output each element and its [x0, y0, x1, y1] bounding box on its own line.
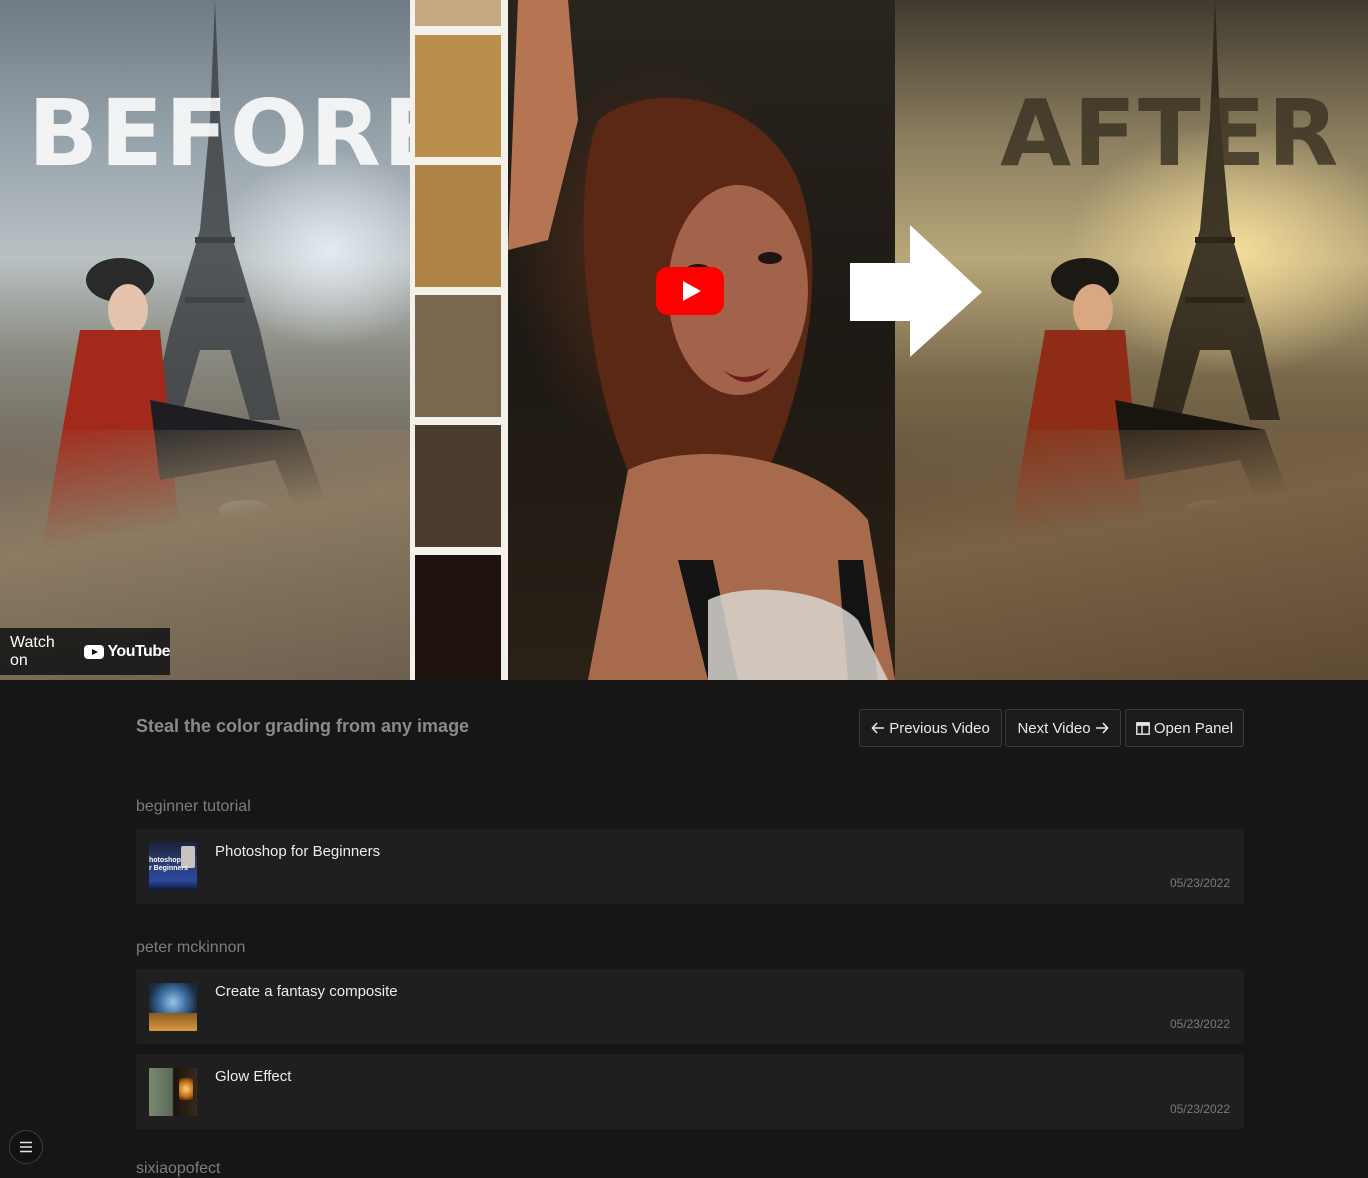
portrait-image	[508, 0, 895, 680]
open-panel-label: Open Panel	[1153, 719, 1234, 737]
watch-on-youtube-button[interactable]: Watch on YouTube	[0, 628, 170, 675]
before-label: BEFORE	[28, 80, 448, 187]
arrow-right-icon	[850, 225, 982, 357]
watch-on-label: Watch on	[10, 633, 55, 669]
menu-button[interactable]	[9, 1130, 43, 1164]
video-list-item[interactable]: Glow Effect 05/23/2022	[136, 1054, 1244, 1129]
video-date: 05/23/2022	[1169, 1017, 1230, 1031]
section-title: sixiaopofect	[136, 1160, 221, 1177]
previous-video-button[interactable]: Previous Video	[859, 709, 1002, 747]
section-title: peter mckinnon	[136, 939, 246, 956]
panel-icon	[1135, 721, 1150, 735]
video-list-item[interactable]: hotoshop r Beginners Photoshop for Begin…	[136, 829, 1244, 904]
hamburger-menu-icon	[20, 1141, 32, 1153]
ledge-after	[895, 430, 1368, 680]
after-label: AFTER	[1000, 80, 1341, 187]
youtube-logo: YouTube	[84, 643, 170, 661]
arrow-right-icon	[1095, 722, 1109, 734]
swatch	[415, 35, 501, 157]
before-image: BEFORE	[0, 0, 446, 680]
swatch	[415, 0, 501, 26]
video-title: Steal the color grading from any image	[136, 716, 470, 736]
video-thumbnail: hotoshop r Beginners	[149, 842, 197, 890]
color-swatch-column	[410, 0, 508, 680]
video-title: Glow Effect	[215, 1068, 292, 1085]
next-video-label: Next Video	[1017, 719, 1091, 737]
video-thumbnail	[149, 1068, 197, 1116]
video-date: 05/23/2022	[1169, 876, 1230, 890]
previous-video-label: Previous Video	[889, 719, 990, 737]
thumbnail-text: hotoshop r Beginners	[149, 857, 188, 872]
play-button[interactable]	[656, 267, 724, 315]
video-date: 05/23/2022	[1169, 1102, 1230, 1116]
youtube-wordmark: YouTube	[107, 642, 170, 660]
video-player[interactable]: BEFORE AFTER Watch on YouTube	[0, 0, 1368, 680]
next-video-button[interactable]: Next Video	[1005, 709, 1121, 747]
swatch	[415, 295, 501, 417]
swatch	[415, 555, 501, 680]
open-panel-button[interactable]: Open Panel	[1125, 709, 1244, 747]
swatch	[415, 165, 501, 287]
video-title: Photoshop for Beginners	[215, 843, 381, 860]
video-thumbnail	[149, 983, 197, 1031]
section-title: beginner tutorial	[136, 798, 251, 815]
swatch	[415, 425, 501, 547]
video-list-item[interactable]: Create a fantasy composite 05/23/2022	[136, 969, 1244, 1044]
video-title: Create a fantasy composite	[215, 983, 398, 1000]
arrow-left-icon	[871, 722, 885, 734]
portrait-figure	[508, 0, 895, 680]
youtube-icon	[84, 644, 105, 659]
